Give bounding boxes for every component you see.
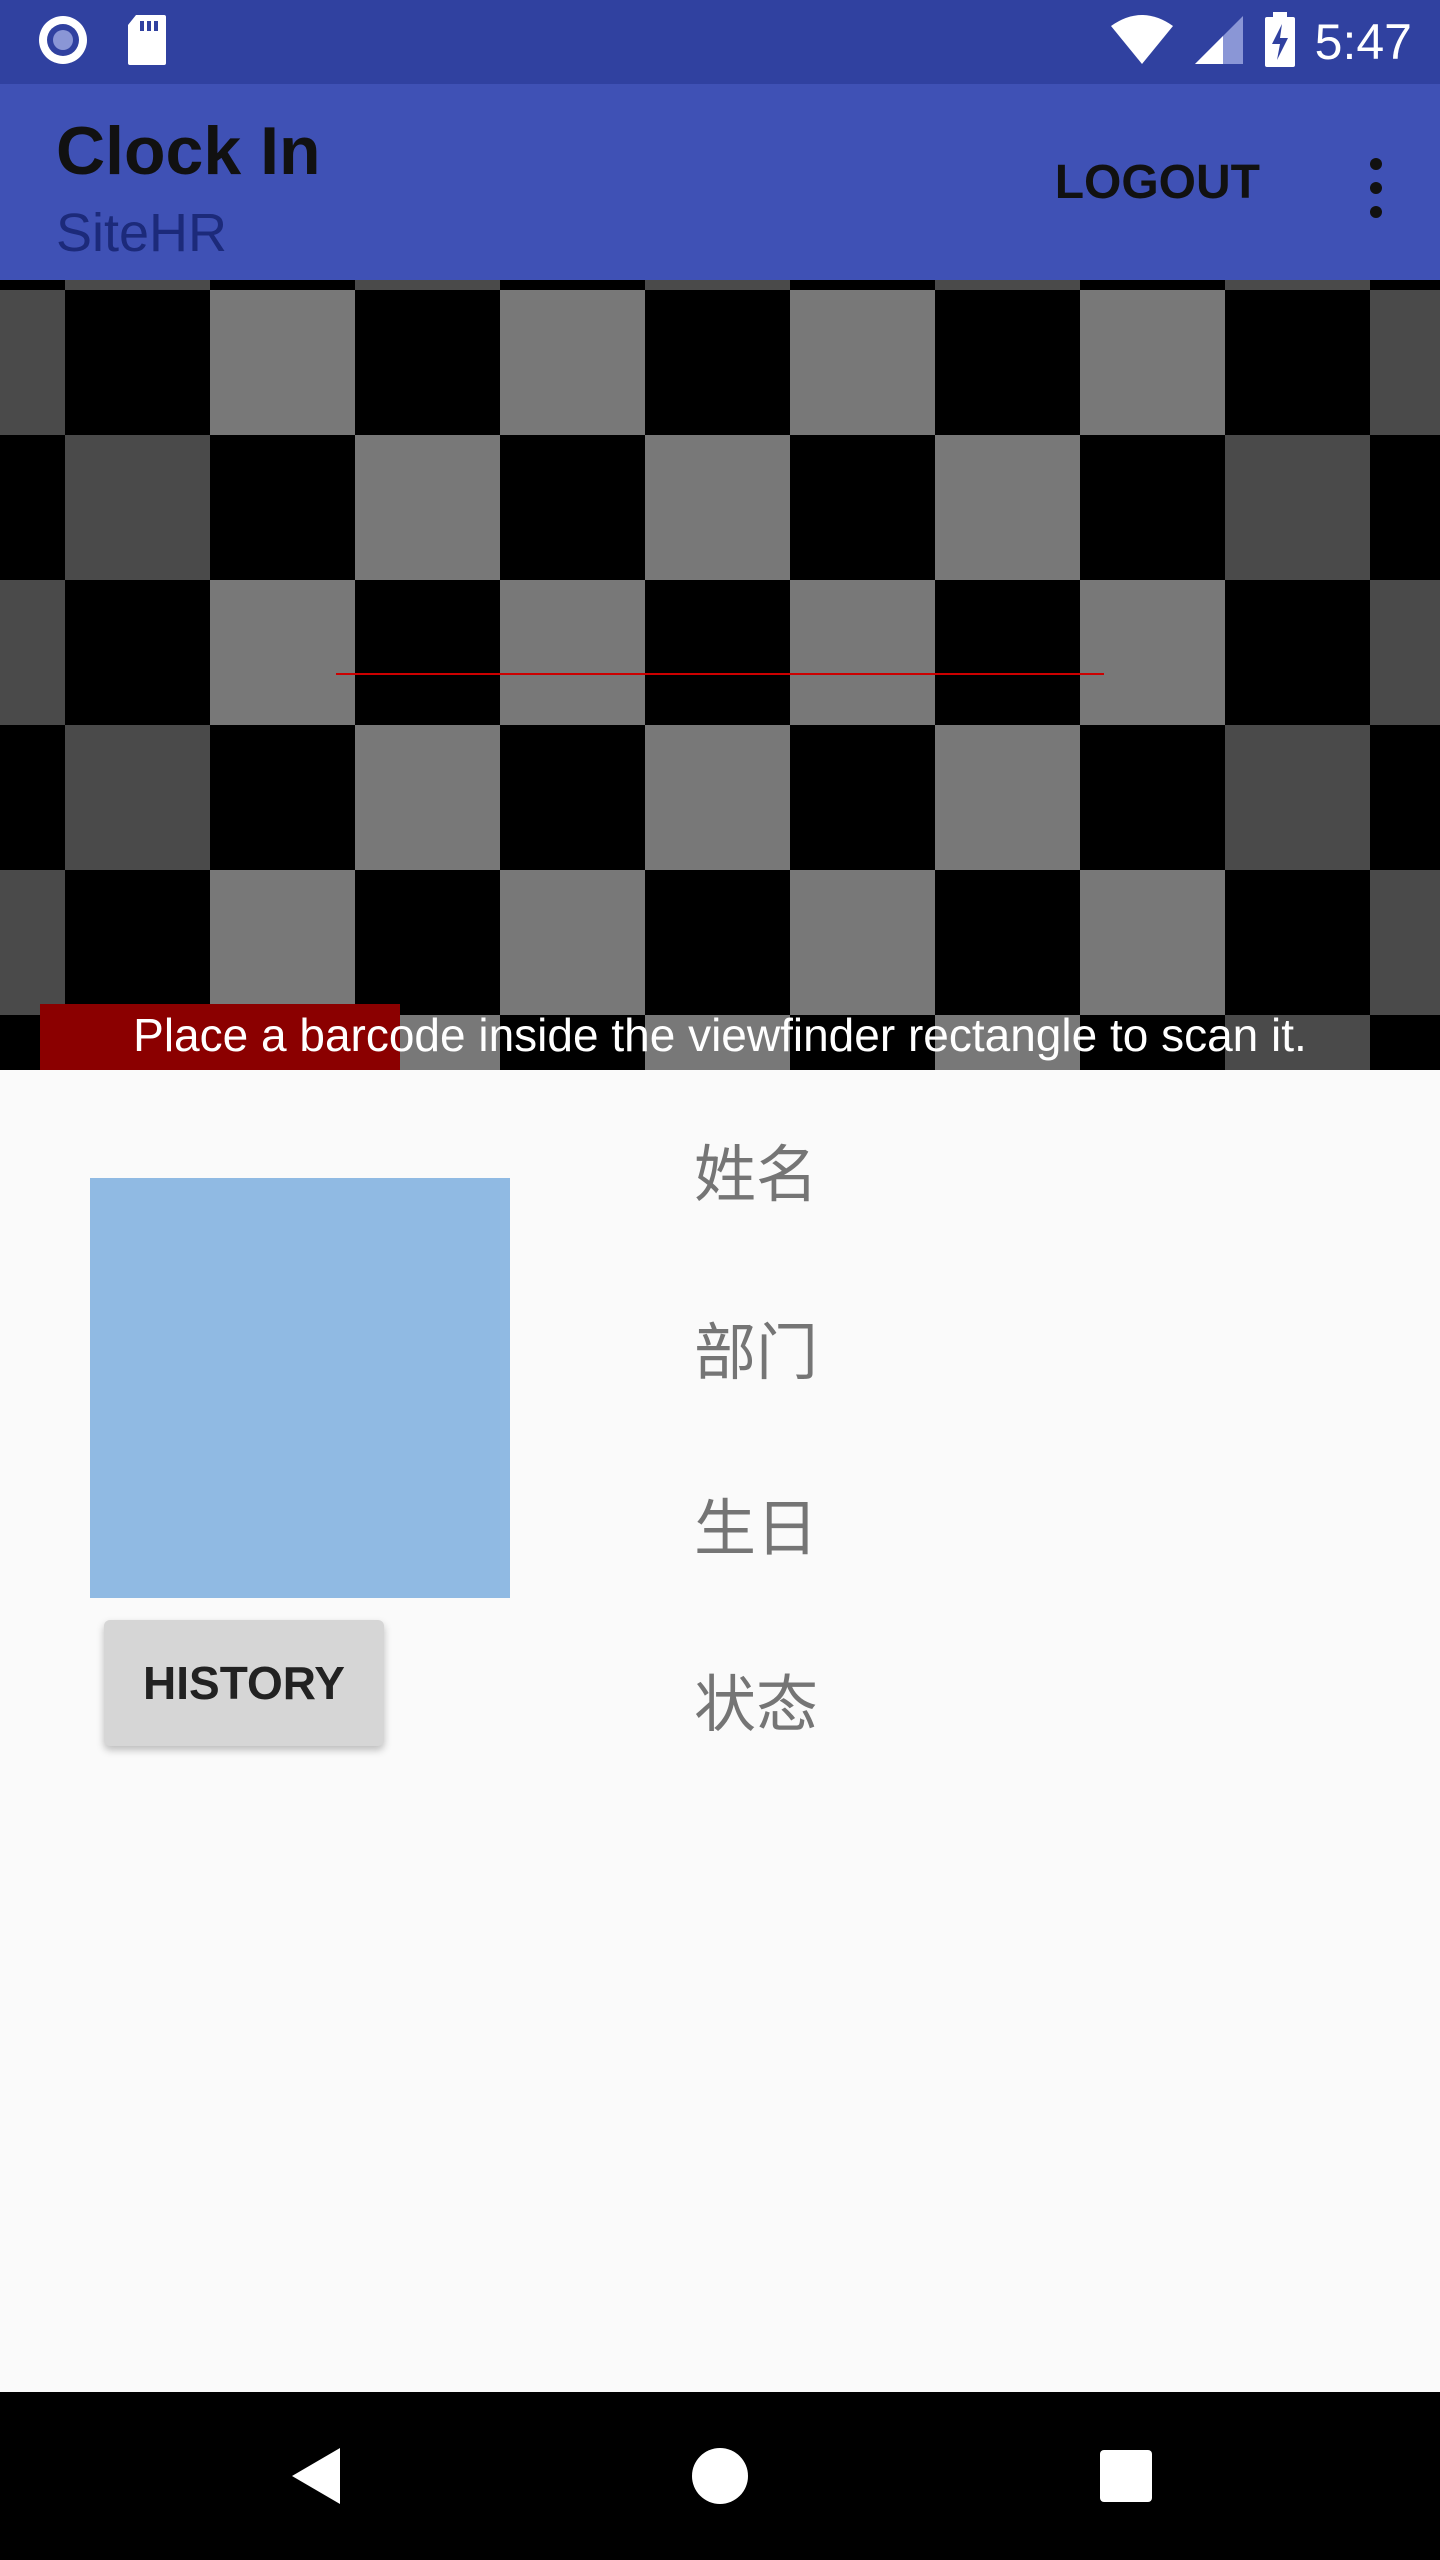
checker-cell <box>65 725 210 870</box>
checker-cell <box>65 290 210 435</box>
checker-cell <box>0 435 65 580</box>
checker-cell <box>355 280 500 290</box>
more-vert-icon[interactable] <box>1352 142 1400 234</box>
checker-cell <box>1370 725 1440 870</box>
checker-cell <box>355 580 500 725</box>
checker-cell <box>210 290 355 435</box>
checker-cell <box>65 435 210 580</box>
back-triangle-icon[interactable] <box>276 2436 356 2516</box>
checker-cell <box>355 290 500 435</box>
history-button[interactable]: HISTORY <box>104 1620 384 1746</box>
checker-cell <box>210 280 355 290</box>
notification-circle-icon <box>36 13 90 71</box>
checker-cell <box>500 280 645 290</box>
checker-cell <box>645 725 790 870</box>
battery-charging-icon <box>1263 12 1297 72</box>
checker-cell <box>790 725 935 870</box>
checker-cell <box>65 280 210 290</box>
checker-cell <box>935 290 1080 435</box>
scan-hint-text: Place a barcode inside the viewfinder re… <box>133 1009 1307 1061</box>
sd-card-icon <box>126 13 168 71</box>
checker-cell <box>0 725 65 870</box>
recents-square-icon[interactable] <box>1086 2436 1166 2516</box>
name-label: 姓名 <box>694 1138 819 1211</box>
checker-cell <box>0 580 65 725</box>
status-bar: 5:47 <box>0 0 1440 84</box>
checker-cell <box>645 290 790 435</box>
checker-cell <box>210 435 355 580</box>
checker-cell <box>500 580 645 725</box>
barcode-scanner-view[interactable]: Place a barcode inside the viewfinder re… <box>0 280 1440 1070</box>
checker-cell <box>1080 580 1225 725</box>
checker-cell <box>1080 725 1225 870</box>
checker-cell <box>0 290 65 435</box>
app-title: Clock In <box>56 113 321 189</box>
checker-cell <box>645 870 790 1015</box>
home-circle-icon[interactable] <box>680 2436 760 2516</box>
checker-cell <box>1225 580 1370 725</box>
checker-cell <box>935 280 1080 290</box>
status-label: 状态 <box>694 1668 819 1741</box>
app-bar: Clock In SiteHR LOGOUT <box>0 84 1440 280</box>
checker-cell <box>1080 290 1225 435</box>
status-time: 5:47 <box>1314 14 1412 70</box>
checker-cell <box>1225 435 1370 580</box>
checker-cell <box>790 580 935 725</box>
checker-cell <box>1225 280 1370 290</box>
checker-cell <box>0 870 65 1015</box>
checker-cell <box>210 725 355 870</box>
checker-cell <box>1225 870 1370 1015</box>
checker-cell <box>1370 280 1440 290</box>
checker-cell <box>790 280 935 290</box>
logout-button[interactable]: LOGOUT <box>1055 152 1260 212</box>
checker-cell <box>790 435 935 580</box>
checker-cell <box>65 870 210 1015</box>
checker-cell <box>355 725 500 870</box>
checker-cell <box>790 290 935 435</box>
app-subtitle: SiteHR <box>56 203 228 263</box>
checker-cell <box>500 870 645 1015</box>
checker-cell <box>355 870 500 1015</box>
checker-cell <box>500 435 645 580</box>
checker-cell <box>1370 580 1440 725</box>
checker-cell <box>355 435 500 580</box>
checker-cell <box>790 870 935 1015</box>
checker-cell <box>1370 290 1440 435</box>
checker-cell <box>645 435 790 580</box>
wifi-icon <box>1109 14 1175 70</box>
checker-cell <box>1370 435 1440 580</box>
checker-cell <box>1080 435 1225 580</box>
checker-cell <box>65 580 210 725</box>
checker-cell <box>1080 870 1225 1015</box>
navigation-bar <box>0 2392 1440 2560</box>
checker-cell <box>645 280 790 290</box>
checker-cell <box>210 580 355 725</box>
checker-cell <box>1225 725 1370 870</box>
checker-cell <box>935 435 1080 580</box>
checker-cell <box>1370 870 1440 1015</box>
birthday-label: 生日 <box>694 1492 819 1565</box>
camera-preview <box>0 280 1440 1070</box>
checker-cell <box>935 580 1080 725</box>
checker-cell <box>935 870 1080 1015</box>
checker-cell <box>935 725 1080 870</box>
checker-cell <box>500 290 645 435</box>
checker-cell <box>0 280 65 290</box>
checker-cell <box>645 580 790 725</box>
checker-cell <box>1080 280 1225 290</box>
checker-cell <box>500 725 645 870</box>
cell-signal-icon <box>1193 14 1245 70</box>
checker-cell <box>1225 290 1370 435</box>
employee-photo <box>90 1178 510 1598</box>
department-label: 部门 <box>694 1316 819 1389</box>
checker-cell <box>210 870 355 1015</box>
